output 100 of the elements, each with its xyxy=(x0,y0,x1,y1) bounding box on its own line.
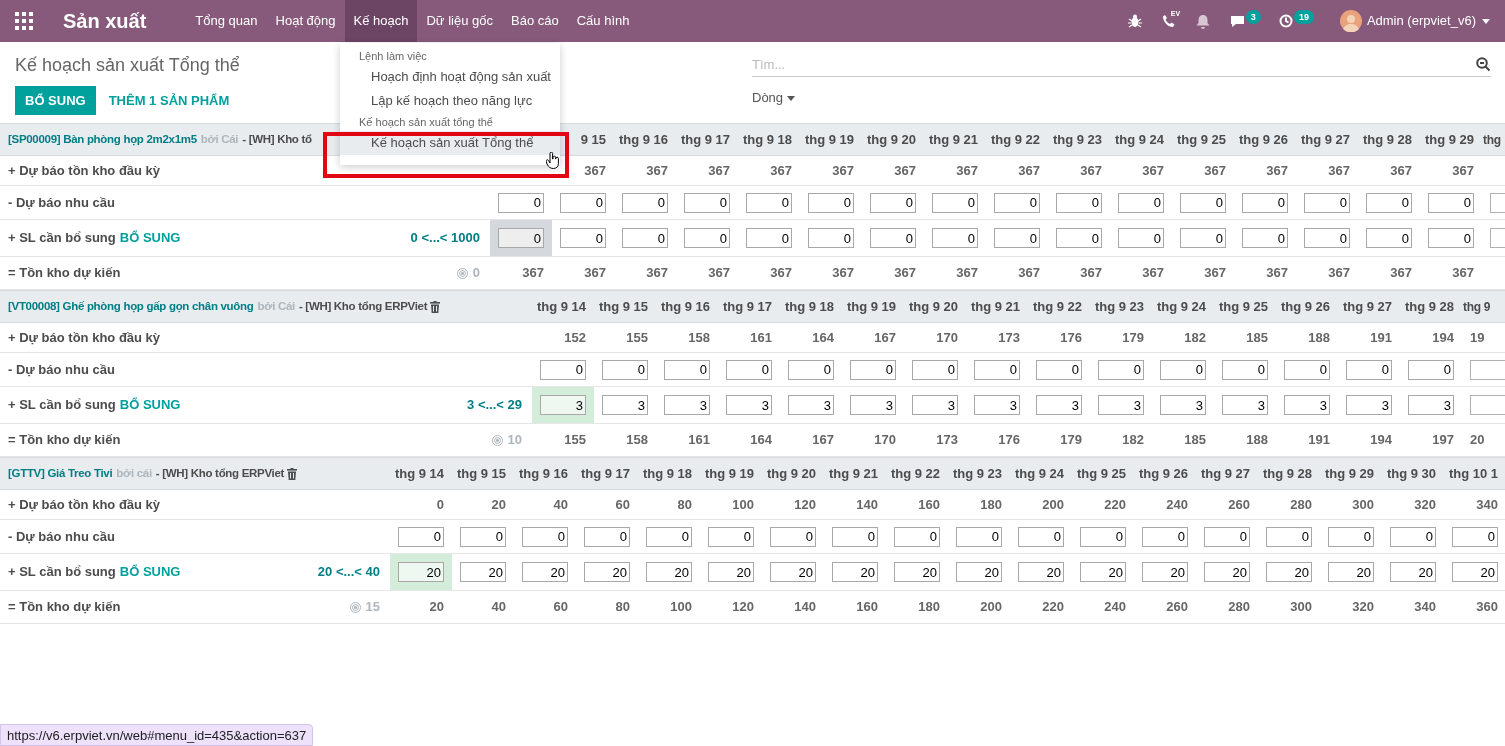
input-field[interactable]: 0 xyxy=(708,526,754,547)
input-field[interactable]: 0 xyxy=(1284,359,1330,380)
input-field[interactable]: 0 xyxy=(956,526,1002,547)
input-field[interactable]: 3 xyxy=(1160,395,1206,415)
input-field[interactable]: 20 xyxy=(894,562,940,582)
dropdown-item[interactable]: Hoạch định hoạt động sản xuất xyxy=(340,65,560,89)
input-field[interactable]: 0 xyxy=(540,359,586,380)
input-field[interactable]: 0 xyxy=(1428,192,1474,213)
input-field[interactable]: 0 xyxy=(1056,192,1102,213)
input-field[interactable]: 0 xyxy=(770,526,816,547)
input-field[interactable]: 3 xyxy=(912,395,958,415)
input-field[interactable]: 0 xyxy=(1328,526,1374,547)
input-field[interactable]: 20 xyxy=(398,562,444,582)
input-field[interactable]: 0 xyxy=(1366,192,1412,213)
input-field[interactable]: 0 xyxy=(664,359,710,380)
apps-menu-icon[interactable] xyxy=(15,12,33,30)
input-field[interactable]: 0 xyxy=(1018,526,1064,547)
input-field[interactable]: 0 xyxy=(1266,526,1312,547)
input-field[interactable]: 0 xyxy=(1142,526,1188,547)
input-field[interactable]: 20 xyxy=(956,562,1002,582)
input-field[interactable]: 0 xyxy=(894,526,940,547)
input-field[interactable]: 0 xyxy=(560,192,606,213)
input-field[interactable] xyxy=(1470,395,1505,415)
input-field[interactable]: 0 xyxy=(994,192,1040,213)
input-field[interactable]: 0 xyxy=(1098,359,1144,380)
input-field[interactable]: 0 xyxy=(1366,228,1412,248)
input-field[interactable]: 3 xyxy=(1222,395,1268,415)
input-field[interactable]: 3 xyxy=(974,395,1020,415)
input-field[interactable]: 0 xyxy=(1204,526,1250,547)
input-field[interactable]: 0 xyxy=(498,228,544,248)
input-field[interactable]: 20 xyxy=(1204,562,1250,582)
input-field[interactable]: 0 xyxy=(850,359,896,380)
search-field[interactable]: Tìm... xyxy=(752,53,1491,77)
input-field[interactable]: 0 xyxy=(974,359,1020,380)
input-field[interactable]: 0 xyxy=(1428,228,1474,248)
input-field[interactable]: 0 xyxy=(932,192,978,213)
input-field[interactable]: 0 xyxy=(560,228,606,248)
group-by-dropdown[interactable]: Dòng xyxy=(752,86,796,110)
input-field[interactable]: 3 xyxy=(1346,395,1392,415)
input-field[interactable]: 20 xyxy=(1266,562,1312,582)
bug-icon[interactable] xyxy=(1127,14,1142,28)
input-field[interactable]: 3 xyxy=(602,395,648,415)
input-field[interactable]: 3 xyxy=(788,395,834,415)
menu-item[interactable]: Tổng quan xyxy=(186,0,267,42)
input-field[interactable]: 0 xyxy=(870,228,916,248)
caret-icon[interactable] xyxy=(1482,18,1490,24)
input-field[interactable]: 3 xyxy=(1284,395,1330,415)
input-field[interactable]: 0 xyxy=(870,192,916,213)
input-field[interactable]: 0 xyxy=(1180,192,1226,213)
menu-item[interactable]: Báo cáo xyxy=(502,0,568,42)
input-field[interactable]: 0 xyxy=(1222,359,1268,380)
input-field[interactable]: 3 xyxy=(726,395,772,415)
input-field[interactable]: 0 xyxy=(746,228,792,248)
input-field[interactable]: 0 xyxy=(808,228,854,248)
product-link[interactable]: [GTTV] Giá Treo Tivi xyxy=(8,464,113,483)
input-field[interactable]: 0 xyxy=(646,526,692,547)
input-field[interactable]: 0 xyxy=(522,526,568,547)
input-field[interactable]: 0 xyxy=(1080,526,1126,547)
user-name[interactable]: Admin (erpviet_v6) xyxy=(1366,11,1476,31)
input-field[interactable]: 0 xyxy=(602,359,648,380)
menu-item[interactable]: Cấu hình xyxy=(567,0,639,42)
input-field[interactable]: 0 xyxy=(1242,228,1288,248)
input-field[interactable]: 20 xyxy=(1452,562,1498,582)
input-field[interactable]: 0 xyxy=(1118,228,1164,248)
input-field[interactable]: 20 xyxy=(1328,562,1374,582)
chat-icon[interactable] xyxy=(1229,14,1245,28)
bell-icon[interactable] xyxy=(1195,13,1210,29)
input-field[interactable]: 20 xyxy=(1390,562,1436,582)
input-field[interactable]: 0 xyxy=(746,192,792,213)
avatar[interactable] xyxy=(1339,10,1362,32)
input-field[interactable]: 0 xyxy=(684,228,730,248)
input-field[interactable]: 20 xyxy=(1018,562,1064,582)
search-icon[interactable] xyxy=(1476,57,1491,72)
input-field[interactable]: 0 xyxy=(1056,228,1102,248)
product-link[interactable]: [VT00008] Ghế phòng họp gấp gọn chân vuông xyxy=(8,297,254,316)
input-field[interactable]: 3 xyxy=(1036,395,1082,415)
input-field[interactable]: 0 xyxy=(912,359,958,380)
trash-icon[interactable] xyxy=(430,300,441,313)
input-field[interactable]: 0 xyxy=(398,526,444,547)
input-field[interactable]: 0 xyxy=(808,192,854,213)
clock-icon[interactable] xyxy=(1278,14,1293,28)
input-field[interactable]: 3 xyxy=(540,395,586,415)
input-field[interactable]: 0 xyxy=(584,526,630,547)
input-field[interactable]: 20 xyxy=(460,562,506,582)
product-link[interactable]: [SP00009] Bàn phòng họp 2m2x1m5 xyxy=(8,130,197,149)
input-field[interactable]: 0 xyxy=(1118,192,1164,213)
dropdown-item[interactable]: Lập kế hoạch theo năng lực xyxy=(340,89,560,113)
input-field[interactable]: 0 xyxy=(788,359,834,380)
input-field[interactable]: 0 xyxy=(832,526,878,547)
input-field[interactable]: 20 xyxy=(832,562,878,582)
input-field[interactable]: 0 xyxy=(1390,526,1436,547)
input-field[interactable]: 0 xyxy=(622,228,668,248)
input-field[interactable]: 3 xyxy=(664,395,710,415)
input-field[interactable]: 20 xyxy=(1142,562,1188,582)
input-field[interactable]: 3 xyxy=(1098,395,1144,415)
input-field[interactable]: 0 xyxy=(932,228,978,248)
input-field[interactable]: 3 xyxy=(1408,395,1454,415)
input-field[interactable]: 0 xyxy=(994,228,1040,248)
input-field[interactable]: 3 xyxy=(850,395,896,415)
input-field[interactable]: 0 xyxy=(1346,359,1392,380)
